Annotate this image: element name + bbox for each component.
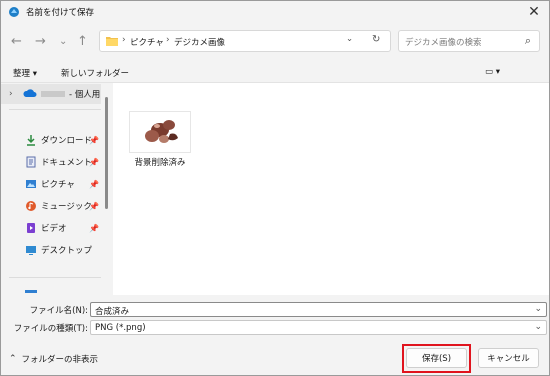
new-folder-button[interactable]: 新しいフォルダー (61, 67, 129, 79)
close-button[interactable]: ✕ (519, 1, 549, 23)
onedrive-icon (23, 89, 37, 97)
search-input[interactable]: デジカメ画像の検索 (405, 36, 482, 48)
filetype-select[interactable]: PNG (*.png) ⌄ (90, 320, 547, 335)
breadcrumb-separator: › (166, 35, 170, 45)
sidebar-item-label: デスクトップ (41, 246, 93, 256)
filename-label: ファイル名(N): (29, 306, 88, 316)
video-icon (27, 223, 35, 233)
organize-button[interactable]: 整理 ▾ (13, 67, 37, 79)
window-title: 名前を付けて保存 (26, 8, 95, 18)
sidebar-item-label: ドキュメント (41, 158, 93, 168)
sidebar-item-documents[interactable]: ドキュメント 📌 (1, 152, 105, 172)
chevron-down-icon[interactable]: ⌄ (534, 322, 542, 332)
title-bar: 名前を付けて保存 ✕ (1, 1, 549, 23)
save-as-dialog: 名前を付けて保存 ✕ ← → ⌄ ↑ › ピクチャ › デジカメ画像 ⌄ ↻ デ… (0, 0, 550, 376)
folder-icon (106, 37, 118, 46)
sidebar-item-pictures[interactable]: ピクチャ 📌 (1, 174, 105, 194)
desktop-icon (26, 246, 36, 255)
music-icon (26, 201, 36, 211)
sidebar-item-onedrive[interactable]: › - 個人用 (1, 84, 101, 104)
redacted-account-name (41, 91, 65, 97)
close-icon: ✕ (528, 4, 540, 20)
download-icon (27, 135, 35, 146)
sidebar-item-music[interactable]: ミュージック 📌 (1, 196, 105, 216)
file-thumbnail[interactable] (129, 111, 191, 153)
cancel-button[interactable]: キャンセル (478, 348, 539, 368)
search-icon[interactable]: ⌕ (525, 34, 531, 48)
filetype-label: ファイルの種類(T): (13, 324, 88, 334)
view-options-button[interactable]: ▭ ▾ (485, 67, 500, 77)
next-item-icon (25, 290, 37, 293)
expand-icon[interactable]: › (9, 89, 13, 99)
file-name[interactable]: 背景削除済み (119, 156, 201, 168)
breadcrumb-separator: › (122, 35, 126, 45)
pin-icon: 📌 (89, 179, 99, 189)
search-box[interactable]: デジカメ画像の検索 ⌕ (398, 30, 540, 52)
divider (9, 277, 101, 278)
command-bar: 整理 ▾ 新しいフォルダー ▭ ▾ (1, 61, 549, 83)
document-icon (26, 156, 36, 168)
filename-field[interactable]: 合成済み ⌄ (90, 302, 547, 317)
pin-icon: 📌 (89, 157, 99, 167)
breadcrumb-digicam[interactable]: デジカメ画像 (174, 36, 225, 48)
sidebar-item-videos[interactable]: ビデオ 📌 (1, 218, 105, 238)
image-thumbnail-icon (145, 120, 178, 143)
pin-icon: 📌 (89, 223, 99, 233)
up-button[interactable]: ↑ (77, 35, 88, 49)
hide-folders-label: フォルダーの非表示 (21, 355, 99, 365)
address-history-button[interactable]: ⌄ (346, 34, 353, 44)
app-icon (8, 6, 20, 18)
chevron-down-icon[interactable]: ⌄ (534, 304, 542, 314)
file-list: 背景削除済み (113, 83, 549, 295)
pin-icon: 📌 (89, 201, 99, 211)
filetype-value: PNG (*.png) (95, 323, 146, 333)
sidebar-item-label: ミュージック (41, 202, 92, 212)
sidebar-item-desktop[interactable]: デスクトップ (1, 240, 105, 260)
divider (9, 109, 101, 110)
hide-folders-button[interactable]: ⌃ フォルダーの非表示 (9, 353, 98, 365)
pin-icon: 📌 (89, 135, 99, 145)
recent-locations-button[interactable]: ⌄ (59, 35, 67, 49)
navigation-pane: › - 個人用 ダウンロード 📌 ドキュメント 📌 ピクチャ 📌 ミュージック (1, 83, 109, 295)
sidebar-item-label: ビデオ (41, 224, 67, 234)
sidebar-item-label: ダウンロード (41, 136, 93, 146)
back-button[interactable]: ← (11, 35, 22, 49)
breadcrumb-pictures[interactable]: ピクチャ (130, 36, 164, 48)
refresh-button[interactable]: ↻ (372, 34, 380, 45)
sidebar-item-downloads[interactable]: ダウンロード 📌 (1, 130, 105, 150)
pictures-icon (26, 180, 36, 188)
filename-input[interactable]: 合成済み (95, 305, 129, 317)
sidebar-item-label: - 個人用 (69, 90, 101, 100)
address-bar[interactable]: › ピクチャ › デジカメ画像 ⌄ ↻ (99, 30, 391, 52)
chevron-up-icon: ⌃ (9, 354, 17, 364)
sidebar-item-label: ピクチャ (41, 180, 75, 190)
forward-button[interactable]: → (35, 35, 46, 49)
sidebar-scrollbar[interactable] (105, 97, 108, 209)
save-button-highlight (402, 344, 471, 373)
